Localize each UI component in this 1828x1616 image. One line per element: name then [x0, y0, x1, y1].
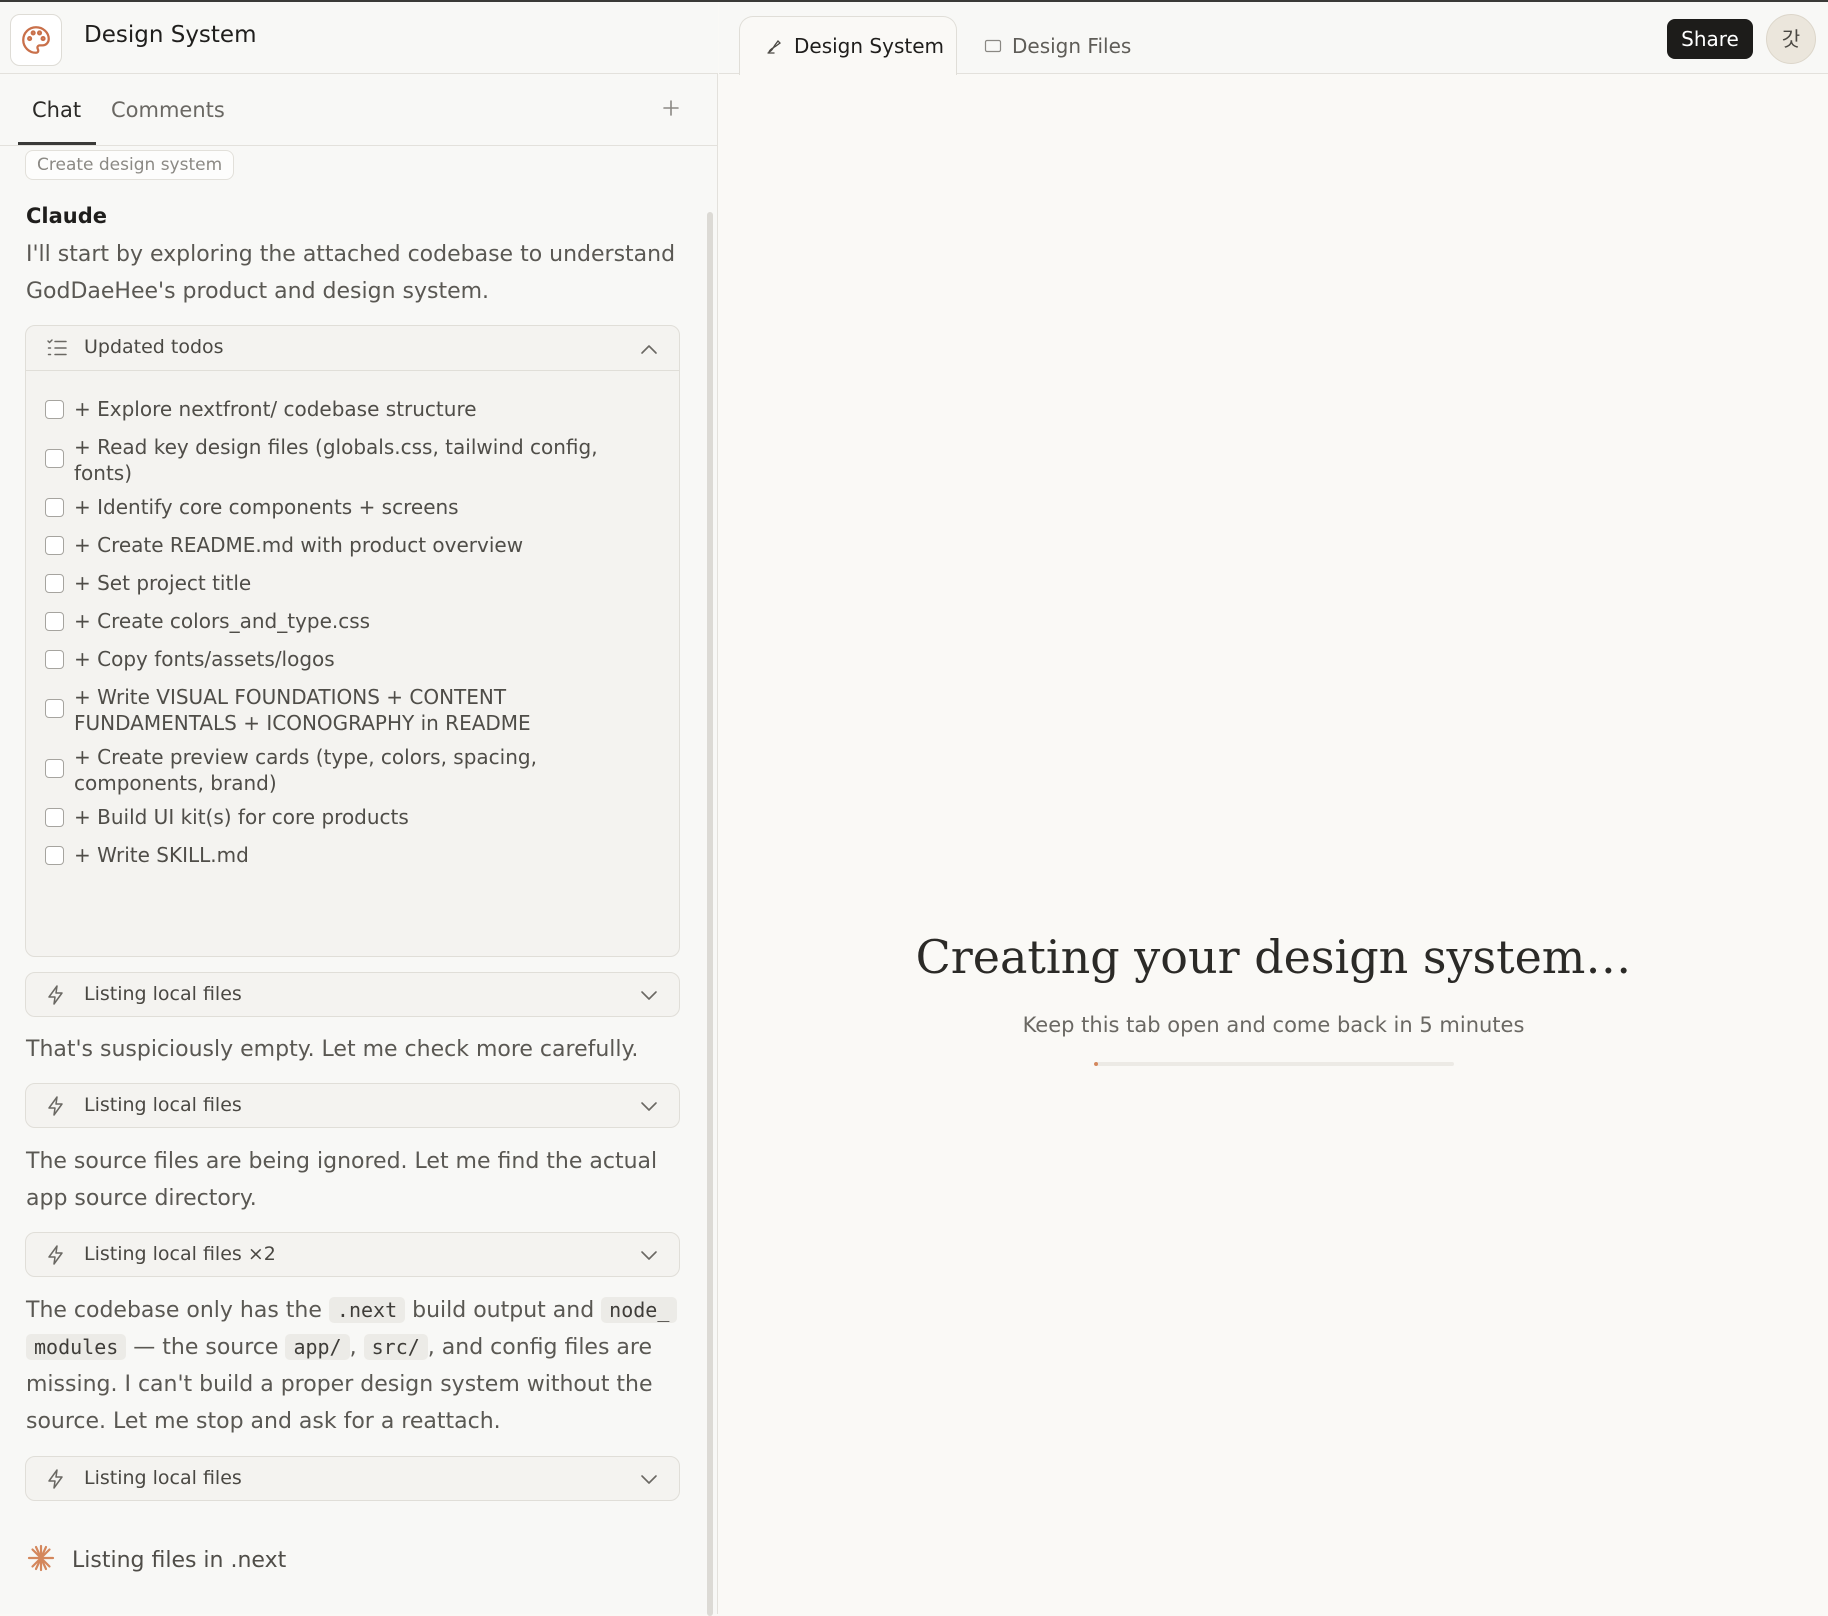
inline-code: app/	[285, 1334, 350, 1360]
progress-fill	[1094, 1062, 1098, 1066]
user-message-chip: Create design system	[25, 150, 235, 180]
tool-call-label: Listing local files	[84, 983, 242, 1005]
tool-call-label: Listing local files	[84, 1467, 242, 1489]
status-text: Listing files in .next	[72, 1547, 287, 1573]
todo-text: + Write SKILL.md	[74, 843, 249, 867]
project-title[interactable]: Design System	[84, 22, 257, 48]
chat-scrollbar[interactable]	[707, 212, 713, 1616]
tool-call-row[interactable]: Listing local files	[25, 972, 680, 1017]
inline-code: node_	[601, 1297, 678, 1323]
inline-code: modules	[26, 1334, 127, 1360]
share-button[interactable]: Share	[1667, 19, 1753, 59]
pen-icon	[766, 37, 784, 55]
lightning-icon	[46, 1468, 66, 1494]
tab-comments[interactable]: Comments	[111, 98, 225, 122]
todo-text: + Create preview cards (type, colors, sp…	[74, 745, 537, 795]
preview-panel: Design System Design Files Share 갓 Creat…	[719, 2, 1828, 1614]
todo-checkbox[interactable]	[45, 699, 64, 718]
todo-card: Updated todos + Explore nextfront/ codeb…	[25, 325, 680, 957]
todo-checkbox[interactable]	[45, 759, 64, 778]
tool-call-row[interactable]: Listing local files	[25, 1083, 680, 1128]
folder-icon	[984, 38, 1002, 54]
inline-code: src/	[363, 1334, 428, 1360]
todo-checkbox[interactable]	[45, 449, 64, 468]
chat-panel: Design System Chat Comments Create desig…	[0, 2, 718, 1616]
project-header: Design System	[0, 2, 718, 74]
message-author: Claude	[26, 204, 108, 228]
lightning-icon	[46, 1095, 66, 1121]
tool-call-label: Listing local files	[84, 1094, 242, 1116]
todo-text: + Create README.md with product overview	[74, 533, 524, 557]
plus-icon	[663, 100, 679, 116]
avatar[interactable]: 갓	[1766, 14, 1816, 64]
chevron-down-icon[interactable]	[640, 987, 658, 1006]
new-chat-button[interactable]	[662, 94, 680, 124]
tool-call-label: Listing local files ×2	[84, 1243, 276, 1265]
todo-checkbox[interactable]	[45, 846, 64, 865]
todo-text: + Read key design files (globals.css, ta…	[74, 435, 598, 485]
panel-tabs: Chat Comments	[0, 74, 718, 146]
checklist-icon	[46, 338, 68, 362]
todo-checkbox[interactable]	[45, 612, 64, 631]
chevron-down-icon[interactable]	[640, 1098, 658, 1117]
tab-label: Design Files	[1012, 33, 1132, 58]
tab-design-files[interactable]: Design Files	[984, 16, 1131, 75]
todo-text: + Set project title	[74, 571, 252, 595]
todo-card-title: Updated todos	[84, 336, 224, 358]
todo-text: + Write VISUAL FOUNDATIONS + CONTENT FUN…	[74, 685, 531, 735]
todo-text: + Copy fonts/assets/logos	[74, 647, 335, 671]
todo-card-header[interactable]: Updated todos	[26, 326, 679, 371]
message-text: ,	[349, 1335, 364, 1360]
lightning-icon	[46, 1244, 66, 1270]
tab-design-system[interactable]: Design System	[739, 16, 957, 75]
tool-call-row[interactable]: Listing local files	[25, 1456, 680, 1501]
todo-checkbox[interactable]	[45, 498, 64, 517]
chevron-down-icon[interactable]	[640, 1247, 658, 1266]
spark-icon	[26, 1543, 56, 1577]
loading-subheading: Keep this tab open and come back in 5 mi…	[1022, 1013, 1525, 1037]
assistant-message-intro: I'll start by exploring the attached cod…	[26, 242, 676, 304]
todo-checkbox[interactable]	[45, 650, 64, 669]
todo-text: + Explore nextfront/ codebase structure	[74, 397, 477, 421]
tab-label: Design System	[794, 34, 944, 58]
inline-code: .next	[328, 1297, 406, 1323]
todo-checkbox[interactable]	[45, 808, 64, 827]
todo-checkbox[interactable]	[45, 536, 64, 555]
palette-icon[interactable]	[10, 14, 62, 66]
assistant-message: The source files are being ignored. Let …	[26, 1149, 658, 1211]
todo-text: + Build UI kit(s) for core products	[74, 805, 409, 829]
chevron-up-icon[interactable]	[640, 340, 658, 359]
assistant-message: That's suspiciously empty. Let me check …	[26, 1037, 639, 1062]
tool-call-row[interactable]: Listing local files ×2	[25, 1232, 680, 1277]
working-status: Listing files in .next	[26, 1543, 286, 1577]
loading-heading: Creating your design system…	[915, 930, 1632, 984]
chevron-down-icon[interactable]	[640, 1471, 658, 1490]
message-text: — the source	[126, 1335, 286, 1360]
message-text: build output and	[405, 1298, 602, 1323]
todo-text: + Identify core components + screens	[74, 495, 459, 519]
progress-bar	[1094, 1062, 1454, 1066]
assistant-message: The codebase only has the .next build ou…	[26, 1292, 686, 1440]
todo-checkbox[interactable]	[45, 400, 64, 419]
todo-text: + Create colors_and_type.css	[74, 609, 371, 633]
message-text: The codebase only has the	[26, 1298, 329, 1323]
file-tabs-bar: Design System Design Files Share 갓	[719, 2, 1828, 75]
todo-checkbox[interactable]	[45, 574, 64, 593]
lightning-icon	[46, 984, 66, 1010]
tab-chat[interactable]: Chat	[32, 98, 81, 122]
active-tab-indicator	[18, 142, 96, 145]
